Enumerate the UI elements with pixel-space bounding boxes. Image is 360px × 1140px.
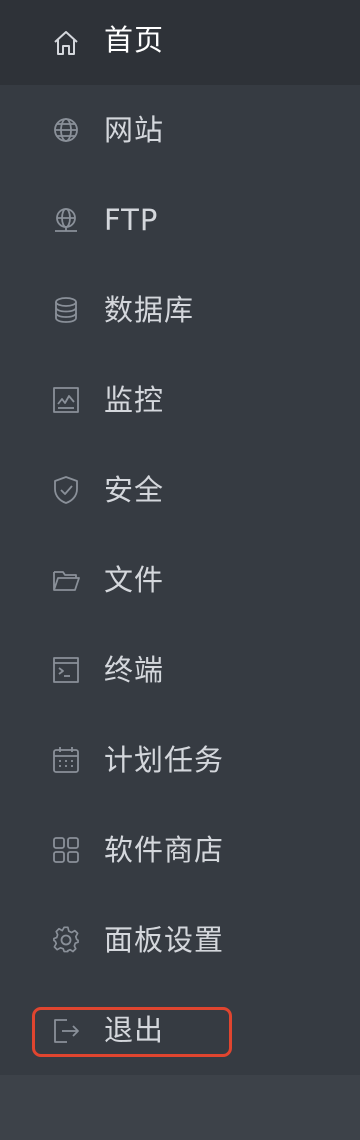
sidebar-item-files[interactable]: 文件 [0, 535, 360, 625]
sidebar-nav: 首页 网站 FTP 数据库 监控 安全 文件 终端 计划任务 软件商店 面板设置… [0, 0, 360, 1075]
sidebar-item-panel-settings[interactable]: 面板设置 [0, 895, 360, 985]
sidebar-item-website[interactable]: 网站 [0, 85, 360, 175]
sidebar-item-label: 终端 [104, 653, 165, 687]
app-grid-icon [50, 834, 82, 866]
sidebar-item-label: 数据库 [104, 293, 195, 327]
logout-icon [50, 1014, 82, 1046]
sidebar-item-label: 网站 [104, 113, 165, 147]
shield-icon [50, 474, 82, 506]
sidebar-footer [0, 1075, 360, 1140]
sidebar-item-label: 监控 [104, 383, 165, 417]
sidebar-item-app-store[interactable]: 软件商店 [0, 805, 360, 895]
calendar-icon [50, 744, 82, 776]
sidebar-item-label: 面板设置 [104, 923, 225, 957]
sidebar-item-ftp[interactable]: FTP [0, 175, 360, 265]
sidebar-item-label: 首页 [104, 23, 165, 57]
sidebar-item-label: 软件商店 [104, 833, 225, 867]
database-icon [50, 294, 82, 326]
sidebar-item-scheduled-tasks[interactable]: 计划任务 [0, 715, 360, 805]
sidebar-item-security[interactable]: 安全 [0, 445, 360, 535]
globe-icon [50, 114, 82, 146]
sidebar-item-monitor[interactable]: 监控 [0, 355, 360, 445]
gear-icon [50, 924, 82, 956]
sidebar-item-label: 计划任务 [104, 743, 225, 777]
monitor-icon [50, 384, 82, 416]
sidebar-item-terminal[interactable]: 终端 [0, 625, 360, 715]
sidebar-item-label: FTP [104, 203, 159, 237]
sidebar-item-logout[interactable]: 退出 [0, 985, 360, 1075]
home-icon [50, 27, 82, 59]
sidebar-item-label: 安全 [104, 473, 165, 507]
sidebar-item-label: 文件 [104, 563, 165, 597]
sidebar-item-database[interactable]: 数据库 [0, 265, 360, 355]
sidebar-item-label: 退出 [104, 1013, 165, 1047]
ftp-icon [50, 204, 82, 236]
terminal-icon [50, 654, 82, 686]
folder-icon [50, 564, 82, 596]
sidebar-item-home[interactable]: 首页 [0, 0, 360, 85]
